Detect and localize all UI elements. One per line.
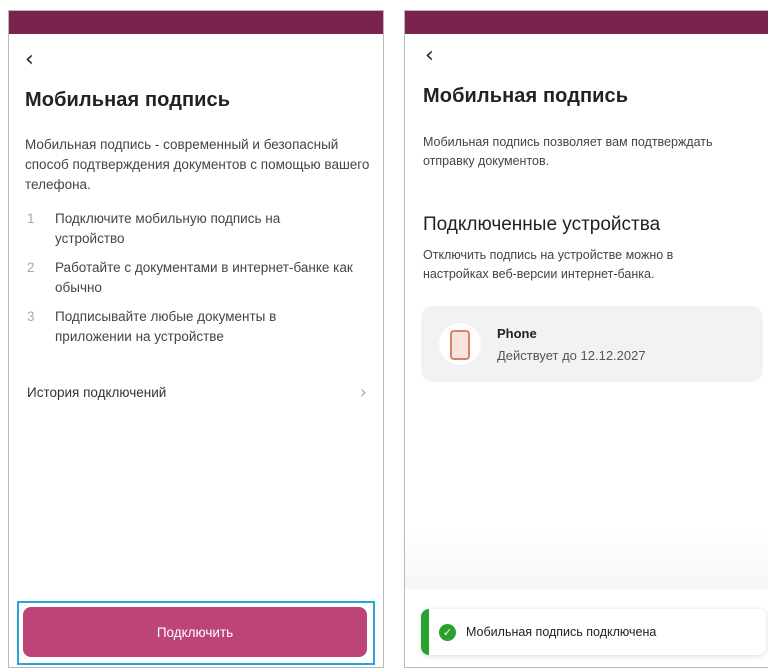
page-description: Мобильная подпись позволяет вам подтверж… xyxy=(423,135,713,168)
step-number: 3 xyxy=(27,309,35,324)
toast-message: Мобильная подпись подключена xyxy=(466,625,657,639)
step-item: 2 Работайте с документами в интернет-бан… xyxy=(27,258,367,298)
chevron-right-icon: › xyxy=(359,381,367,403)
connect-button[interactable]: Подключить xyxy=(23,607,367,657)
step-number: 1 xyxy=(27,211,35,226)
devices-section-title: Подключенные устройства xyxy=(423,214,661,235)
page-title: Мобильная подпись xyxy=(423,85,629,107)
page-description: Мобильная подпись - современный и безопа… xyxy=(25,137,370,192)
device-name: Phone xyxy=(497,326,537,341)
page-title: Мобильная подпись xyxy=(25,89,231,111)
step-text: Подписывайте любые документы в приложени… xyxy=(55,309,277,344)
status-bar xyxy=(405,11,768,34)
back-arrow-icon: ‹ xyxy=(25,47,34,72)
device-validity: Действует до 12.12.2027 xyxy=(497,348,646,363)
back-button[interactable]: ‹ xyxy=(25,49,34,71)
back-arrow-icon: ‹ xyxy=(425,43,434,68)
devices-hint: Отключить подпись на устройстве можно в … xyxy=(423,248,674,281)
right-screen: ‹ Мобильная подпись Мобильная подпись по… xyxy=(404,10,768,668)
device-card[interactable]: Phone Действует до 12.12.2027 xyxy=(421,306,763,382)
phone-icon xyxy=(439,323,481,365)
success-toast: ✓ Мобильная подпись подключена xyxy=(421,609,766,655)
step-item: 1 Подключите мобильную подпись на устрой… xyxy=(27,209,367,249)
connection-history-label: История подключений xyxy=(27,384,167,400)
step-number: 2 xyxy=(27,260,35,275)
scroll-fade xyxy=(405,529,768,589)
steps-list: 1 Подключите мобильную подпись на устрой… xyxy=(27,209,367,356)
step-text: Подключите мобильную подпись на устройст… xyxy=(55,211,281,246)
step-item: 3 Подписывайте любые документы в приложе… xyxy=(27,307,367,347)
status-bar xyxy=(9,11,383,34)
toast-accent-bar xyxy=(421,609,429,655)
connection-history-link[interactable]: История подключений › xyxy=(27,377,367,407)
back-button[interactable]: ‹ xyxy=(425,45,434,67)
connect-button-label: Подключить xyxy=(156,624,234,640)
left-screen: ‹ Мобильная подпись Мобильная подпись - … xyxy=(8,10,384,668)
step-text: Работайте с документами в интернет-банке… xyxy=(55,260,353,295)
check-circle-icon: ✓ xyxy=(439,624,456,641)
